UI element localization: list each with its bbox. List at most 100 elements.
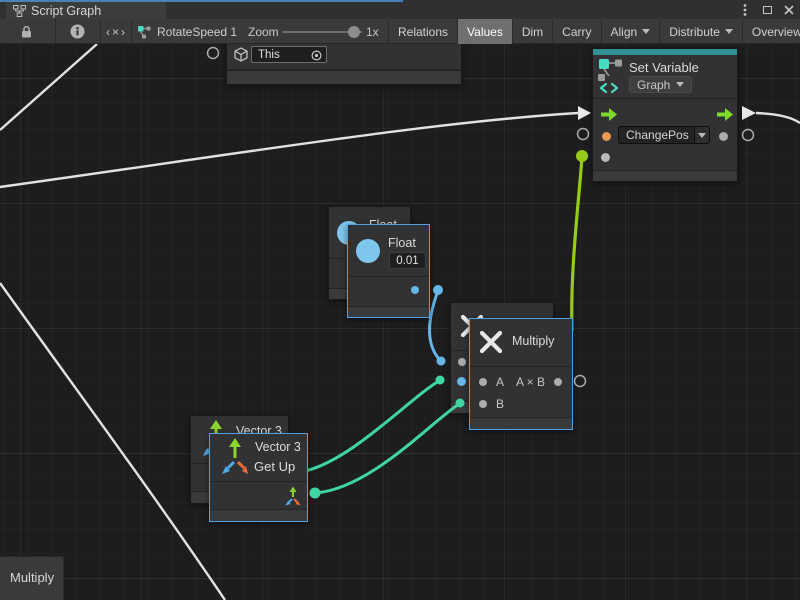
node-footer [227, 70, 461, 84]
wire-start-mint [310, 488, 321, 499]
float-node[interactable]: Float 0.01 [347, 224, 430, 318]
maximize-icon [763, 6, 772, 14]
node-footer [210, 509, 307, 521]
input-a-port[interactable] [479, 378, 487, 386]
zoom-value: 1x [366, 19, 379, 44]
zoom-slider-track[interactable] [282, 31, 362, 33]
input-b-port[interactable] [479, 400, 487, 408]
chevron-down-icon [698, 133, 706, 138]
kebab-menu-icon [743, 3, 747, 17]
tab-title: Script Graph [31, 4, 101, 18]
chevron-down-icon [642, 29, 650, 34]
close-icon [784, 5, 794, 15]
code-preview-toggle[interactable]: ‹×› [106, 19, 127, 44]
carry-button[interactable]: Carry [552, 19, 600, 44]
vector3-icon [218, 437, 252, 479]
flow-wire-topleft [0, 44, 97, 130]
values-button[interactable]: Values [457, 19, 512, 44]
multiply-node-corner[interactable]: Multiply [0, 556, 64, 600]
zoom-slider[interactable] [282, 19, 362, 44]
node-footer [470, 417, 572, 429]
chevron-down-icon [725, 29, 733, 34]
unconnected-port-multiply-out[interactable] [575, 376, 586, 387]
port-dot-connected-blue[interactable] [457, 377, 466, 386]
graph-canvas[interactable]: Float Vector 3 This [0, 0, 800, 600]
vector3-output-port-icon[interactable] [283, 485, 303, 507]
multiply-icon [478, 329, 504, 355]
variable-port[interactable] [602, 132, 611, 141]
variable-name-field[interactable]: ChangePos [618, 126, 695, 144]
node-title: Multiply [512, 334, 554, 348]
distribute-dropdown[interactable]: Distribute [659, 19, 742, 44]
graph-name: RotateSpeed 1 [157, 25, 237, 39]
node-footer [593, 170, 737, 181]
this-node[interactable]: This [226, 42, 462, 85]
unconnected-port-setvariable-left[interactable] [578, 129, 589, 140]
zoom-label: Zoom [248, 19, 279, 44]
unconnected-port-this[interactable] [208, 48, 219, 59]
relations-button[interactable]: Relations [388, 19, 457, 44]
variable-kind-dropdown[interactable]: Graph [629, 76, 692, 93]
maximize-button[interactable] [760, 3, 774, 17]
node-title: Set Variable [629, 60, 699, 75]
wire-end-lime [576, 150, 588, 162]
dim-button[interactable]: Dim [512, 19, 552, 44]
variable-color-bar [593, 49, 737, 55]
unconnected-port-setvariable-right[interactable] [743, 130, 754, 141]
node-subtitle: Get Up [254, 459, 295, 474]
wire-getup-back-to-multiply [305, 381, 439, 471]
output-label: A × B [516, 375, 545, 389]
flow-in-arrow-icon[interactable] [601, 108, 617, 121]
set-variable-node[interactable]: Set Variable Graph ChangePos [592, 48, 738, 182]
node-title: Float [388, 236, 416, 250]
object-picker-icon[interactable] [311, 50, 322, 61]
float-icon [356, 239, 380, 263]
float-value-field[interactable]: 0.01 [389, 252, 426, 269]
code-toggle-glyph: ‹×› [106, 25, 127, 39]
toolbar-button-group: Relations Values Dim Carry Align Distrib… [388, 19, 800, 44]
variable-kind-label: Graph [637, 78, 670, 92]
window-menu-button[interactable] [738, 3, 752, 17]
wire-getup-to-multiply [315, 404, 459, 493]
flow-out-arrow-icon[interactable] [717, 108, 733, 121]
multiply-node[interactable]: Multiply A A × B B [469, 318, 573, 430]
zoom-slider-handle[interactable] [348, 26, 360, 38]
gameobject-cube-icon [233, 47, 249, 63]
graph-toolbar: ‹×› RotateSpeed 1 Zoom 1x Relations Valu… [0, 19, 800, 44]
set-variable-icon [598, 57, 628, 95]
graph-node-icon [137, 25, 151, 39]
script-graph-icon [13, 5, 26, 17]
value-port-connected[interactable] [601, 153, 610, 162]
wire-start-blue [433, 285, 443, 295]
output-port[interactable] [719, 132, 728, 141]
wire-end-mint-upper [436, 376, 445, 385]
lock-button[interactable] [20, 19, 33, 44]
lock-icon [20, 25, 33, 39]
variable-name: ChangePos [626, 128, 689, 142]
info-icon [70, 24, 85, 39]
window-titlebar[interactable]: Script Graph [0, 0, 800, 19]
port-dot[interactable] [458, 358, 466, 366]
wire-float-to-multiply [430, 291, 440, 360]
variable-dropdown-button[interactable] [695, 126, 710, 144]
inspect-button[interactable] [70, 19, 85, 44]
overview-button[interactable]: Overview [742, 19, 800, 44]
vector3-getup-node[interactable]: Vector 3 Get Up [209, 433, 308, 522]
node-title: Vector 3 [255, 440, 301, 454]
chevron-down-icon [676, 82, 684, 87]
close-button[interactable] [782, 3, 796, 17]
flow-wire-into-setvariable [0, 113, 578, 187]
flow-arrowhead-in [578, 106, 591, 120]
align-dropdown[interactable]: Align [601, 19, 660, 44]
output-port[interactable] [554, 378, 562, 386]
this-field-value: This [258, 49, 280, 61]
wire-multiply-to-setvariable [572, 157, 582, 331]
float-output-port[interactable] [411, 286, 419, 294]
this-object-field[interactable]: This [251, 46, 327, 63]
node-title: Multiply [10, 570, 54, 585]
graph-breadcrumb[interactable]: RotateSpeed 1 [137, 19, 237, 44]
float-value: 0.01 [396, 255, 418, 267]
flow-arrowhead-out [742, 106, 756, 120]
input-a-label: A [496, 375, 504, 389]
tab-script-graph[interactable]: Script Graph [6, 2, 166, 19]
